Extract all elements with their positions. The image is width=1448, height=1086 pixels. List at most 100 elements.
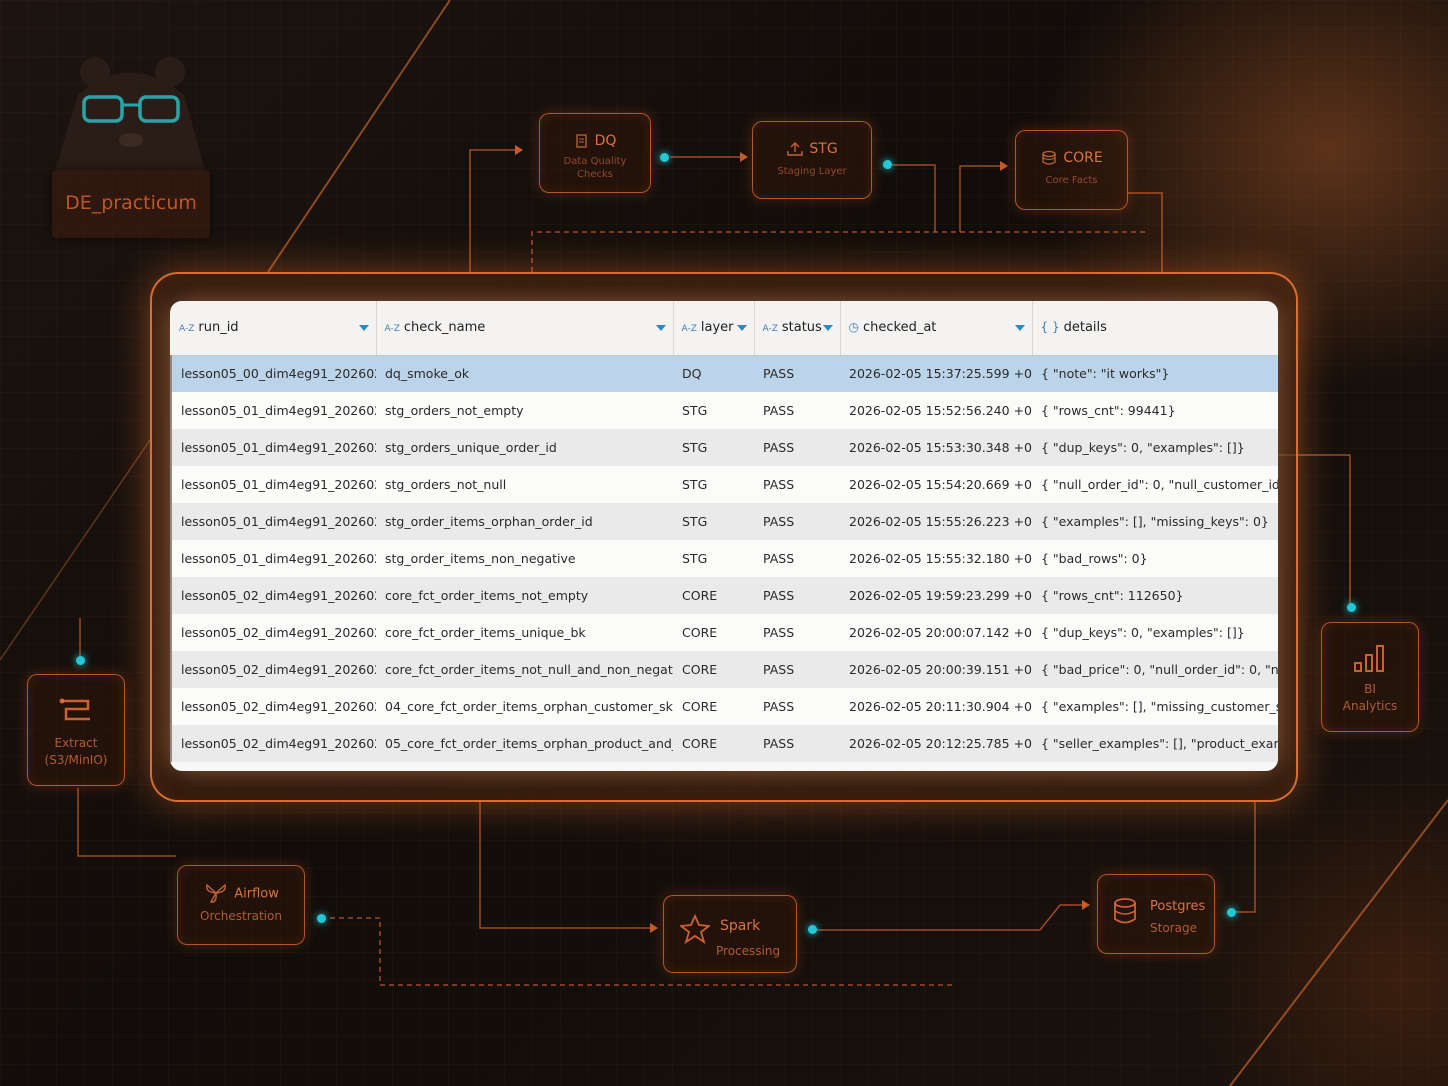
table-row[interactable]: lesson05_02_dim4eg91_20260206core_fct_or… [170,614,1278,651]
cell-layer[interactable]: CORE [673,577,754,614]
cell-details[interactable]: { "rows_cnt": 99441} [1032,392,1278,429]
cell-check-name[interactable]: stg_order_items_non_negative [376,540,673,577]
cell-status[interactable]: PASS [754,725,840,762]
postgres-title: Postgres [1150,899,1206,914]
connector-dot [660,153,669,162]
pipeline-node-airflow[interactable]: Airflow Orchestration [177,865,305,945]
pipeline-node-stg[interactable]: STG Staging Layer [752,121,872,199]
cell-run-id[interactable]: lesson05_01_dim4eg91_20260205 [170,503,376,540]
column-header-checked-at[interactable]: ◷ checked_at [840,301,1033,356]
column-header-status[interactable]: A-Z status [754,301,841,356]
cell-check-name[interactable]: core_fct_order_items_unique_bk [376,614,673,651]
cell-checked-at[interactable]: 2026-02-05 15:53:30.348 +0300 [840,429,1032,466]
cell-details[interactable]: { "dup_keys": 0, "examples": []} [1032,614,1278,651]
pipeline-node-core[interactable]: CORE Core Facts [1015,130,1128,210]
cell-check-name[interactable]: stg_orders_not_null [376,466,673,503]
pipeline-node-bi[interactable]: BI Analytics [1321,622,1419,732]
cell-check-name[interactable]: stg_orders_unique_order_id [376,429,673,466]
table-row[interactable]: lesson05_01_dim4eg91_20260205stg_order_i… [170,540,1278,577]
cell-status[interactable]: PASS [754,577,840,614]
cell-layer[interactable]: STG [673,503,754,540]
cell-checked-at[interactable]: 2026-02-05 20:00:39.151 +0300 [840,651,1032,688]
table-row[interactable]: lesson05_01_dim4eg91_20260205stg_orders_… [170,429,1278,466]
cell-layer[interactable]: CORE [673,688,754,725]
cell-status[interactable]: PASS [754,392,840,429]
cell-layer[interactable]: STG [673,540,754,577]
sort-dropdown-icon[interactable] [822,325,833,331]
cell-check-name[interactable]: stg_order_items_orphan_order_id [376,503,673,540]
dq-title: DQ [594,133,617,149]
cell-run-id[interactable]: lesson05_00_dim4eg91_20260205 [170,355,376,392]
column-header-check-name[interactable]: A-Z check_name [376,301,674,356]
cell-layer[interactable]: CORE [673,614,754,651]
cell-check-name[interactable]: core_fct_order_items_not_null_and_non_ne… [376,651,673,688]
cell-run-id[interactable]: lesson05_01_dim4eg91_20260205 [170,392,376,429]
cell-details[interactable]: { "rows_cnt": 112650} [1032,577,1278,614]
cell-details[interactable]: { "bad_price": 0, "null_order_id": 0, "n… [1032,651,1278,688]
table-row[interactable]: lesson05_01_dim4eg91_20260205stg_orders_… [170,392,1278,429]
cell-layer[interactable]: CORE [673,725,754,762]
pipeline-node-postgres[interactable]: Postgres Storage [1097,874,1215,954]
cell-checked-at[interactable]: 2026-02-05 20:00:07.142 +0300 [840,614,1032,651]
table-row[interactable]: lesson05_02_dim4eg91_2026020605_core_fct… [170,725,1278,762]
table-row[interactable]: lesson05_02_dim4eg91_20260206core_fct_or… [170,651,1278,688]
cell-status[interactable]: PASS [754,651,840,688]
cell-details[interactable]: { "examples": [], "missing_customer_sk":… [1032,688,1278,725]
cell-check-name[interactable]: core_fct_order_items_not_empty [376,577,673,614]
cell-layer[interactable]: CORE [673,651,754,688]
pipeline-node-spark[interactable]: Spark Processing [663,895,797,973]
cell-checked-at[interactable]: 2026-02-05 19:59:23.299 +0300 [840,577,1032,614]
cell-run-id[interactable]: lesson05_02_dim4eg91_20260206 [170,725,376,762]
cell-details[interactable]: { "examples": [], "missing_keys": 0} [1032,503,1278,540]
cell-status[interactable]: PASS [754,540,840,577]
sort-dropdown-icon[interactable] [1014,325,1025,331]
cell-checked-at[interactable]: 2026-02-05 15:55:26.223 +0300 [840,503,1032,540]
cell-checked-at[interactable]: 2026-02-05 20:12:25.785 +0300 [840,725,1032,762]
sort-dropdown-icon[interactable] [736,325,747,331]
cell-layer[interactable]: STG [673,392,754,429]
cell-layer[interactable]: STG [673,466,754,503]
cell-details[interactable]: { "note": "it works"} [1032,355,1278,392]
table-row[interactable]: lesson05_02_dim4eg91_20260206core_fct_or… [170,577,1278,614]
cell-check-name[interactable]: stg_orders_not_empty [376,392,673,429]
cell-checked-at[interactable]: 2026-02-05 15:54:20.669 +0300 [840,466,1032,503]
cell-check-name[interactable]: 05_core_fct_order_items_orphan_product_a… [376,725,673,762]
cell-layer[interactable]: DQ [673,355,754,392]
pipeline-node-dq[interactable]: DQ Data Quality Checks [539,113,651,193]
table-row[interactable]: lesson05_02_dim4eg91_2026020604_core_fct… [170,688,1278,725]
cell-status[interactable]: PASS [754,466,840,503]
sort-dropdown-icon[interactable] [358,325,369,331]
cell-details[interactable]: { "bad_rows": 0} [1032,540,1278,577]
sort-dropdown-icon[interactable] [655,325,666,331]
column-header-layer[interactable]: A-Z layer [673,301,755,356]
cell-status[interactable]: PASS [754,614,840,651]
cell-status[interactable]: PASS [754,429,840,466]
table-row[interactable]: lesson05_01_dim4eg91_20260205stg_orders_… [170,466,1278,503]
column-header-run-id[interactable]: A-Z run_id [171,301,377,356]
dq-results-grid[interactable]: A-Z run_id A-Z check_name A-Z layer A-Z stat… [170,301,1278,771]
cell-checked-at[interactable]: 2026-02-05 15:55:32.180 +0300 [840,540,1032,577]
cell-details[interactable]: { "null_order_id": 0, "null_customer_id"… [1032,466,1278,503]
cell-status[interactable]: PASS [754,503,840,540]
cell-check-name[interactable]: 04_core_fct_order_items_orphan_customer_… [376,688,673,725]
table-row[interactable]: lesson05_01_dim4eg91_20260205stg_order_i… [170,503,1278,540]
cell-run-id[interactable]: lesson05_02_dim4eg91_20260206 [170,577,376,614]
cell-details[interactable]: { "seller_examples": [], "product_exampl… [1032,725,1278,762]
cell-run-id[interactable]: lesson05_01_dim4eg91_20260205 [170,540,376,577]
cell-status[interactable]: PASS [754,688,840,725]
cell-check-name[interactable]: dq_smoke_ok [376,355,673,392]
pipeline-node-extract[interactable]: Extract (S3/MinIO) [27,674,125,786]
cell-run-id[interactable]: lesson05_01_dim4eg91_20260205 [170,429,376,466]
cell-run-id[interactable]: lesson05_02_dim4eg91_20260206 [170,651,376,688]
cell-run-id[interactable]: lesson05_02_dim4eg91_20260206 [170,688,376,725]
cell-layer[interactable]: STG [673,429,754,466]
cell-details[interactable]: { "dup_keys": 0, "examples": []} [1032,429,1278,466]
column-header-details[interactable]: { } details [1032,301,1278,356]
cell-checked-at[interactable]: 2026-02-05 15:52:56.240 +0300 [840,392,1032,429]
cell-checked-at[interactable]: 2026-02-05 15:37:25.599 +0300 [840,355,1032,392]
cell-run-id[interactable]: lesson05_02_dim4eg91_20260206 [170,614,376,651]
cell-status[interactable]: PASS [754,355,840,392]
cell-run-id[interactable]: lesson05_01_dim4eg91_20260205 [170,466,376,503]
cell-checked-at[interactable]: 2026-02-05 20:11:30.904 +0300 [840,688,1032,725]
table-row[interactable]: lesson05_00_dim4eg91_20260205dq_smoke_ok… [170,355,1278,392]
